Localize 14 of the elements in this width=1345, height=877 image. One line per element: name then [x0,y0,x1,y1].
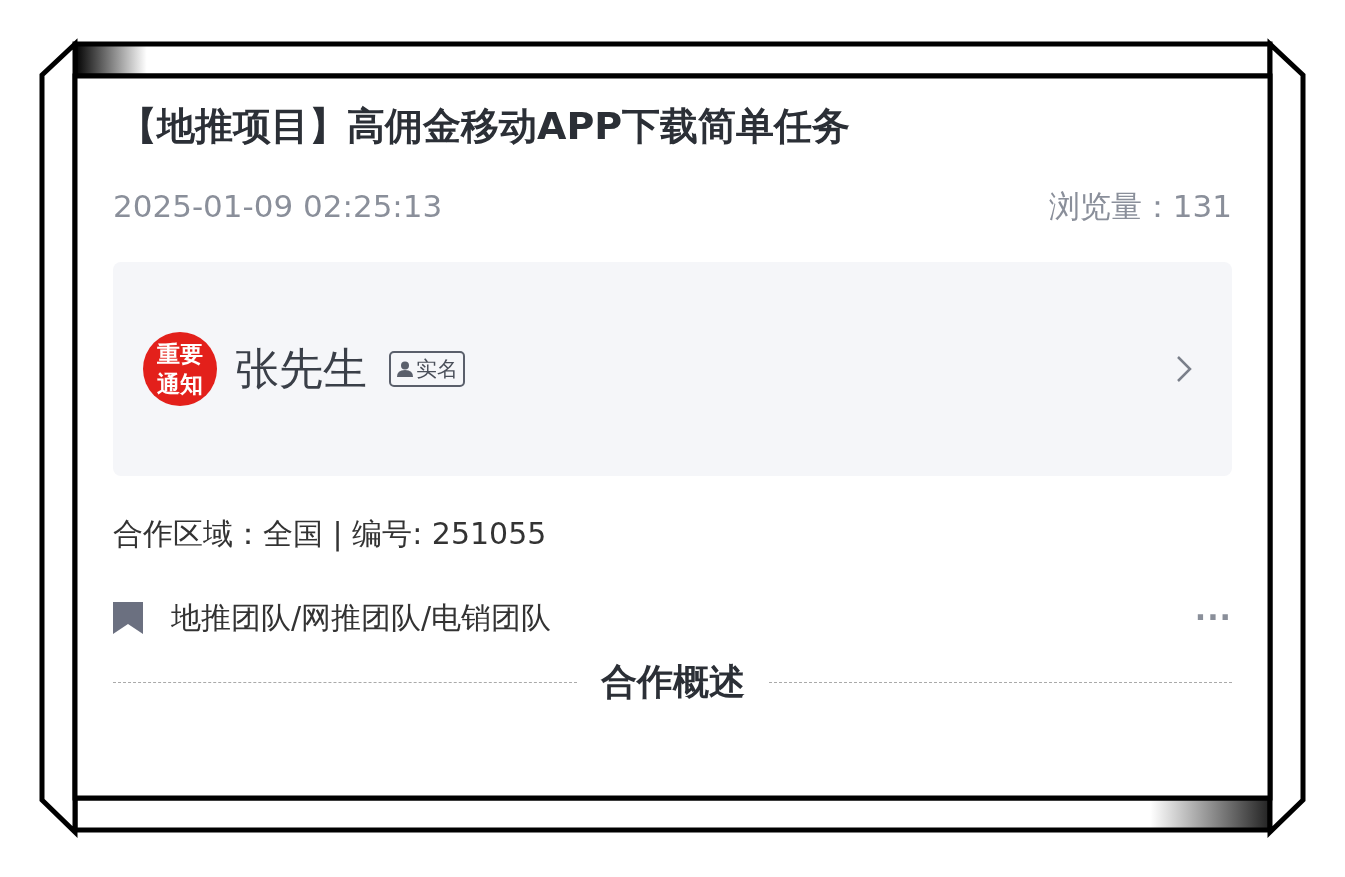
publisher-card[interactable]: 重要 通知 张先生 实名 [113,262,1232,476]
section-heading: 合作概述 [600,660,745,704]
avatar-text: 重要 [157,340,203,369]
post-title: 【地推项目】高佣金移动APP下载简单任务 [119,103,852,150]
person-icon [396,360,414,378]
publisher-name: 张先生 [235,341,367,396]
view-count: 浏览量：131 [1048,187,1232,226]
avatar-text: 通知 [157,370,203,399]
bookmark-icon [113,602,143,634]
team-tags: 地推团队/网推团队/电销团队 [171,598,552,638]
region-and-number: 合作区域：全国 | 编号: 251055 [113,515,548,554]
chevron-right-icon [1176,355,1192,383]
post-date: 2025-01-09 02:25:13 [113,187,443,226]
badge-label: 实名 [416,356,458,383]
